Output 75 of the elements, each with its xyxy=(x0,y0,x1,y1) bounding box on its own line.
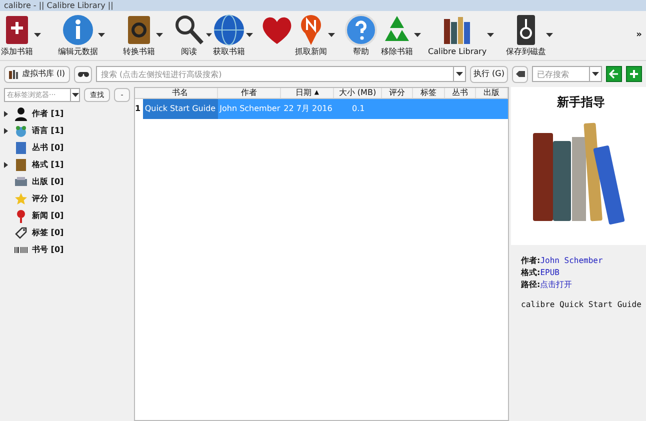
toolbar-button[interactable]: 移除书籍 xyxy=(380,13,414,57)
go-button[interactable]: 执行 (G) xyxy=(470,66,508,82)
book-icon xyxy=(14,140,28,154)
pin-icon xyxy=(14,208,28,222)
toolbar-button[interactable]: 阅读 xyxy=(172,13,206,57)
toolbar-button[interactable]: 编辑元数据 xyxy=(58,13,98,57)
toolbar-button[interactable]: 保存到磁盘 xyxy=(506,13,546,57)
book-title: 新手指导 xyxy=(557,94,606,111)
saved-search-field[interactable]: 已存搜索 xyxy=(532,66,590,82)
save-search-button[interactable] xyxy=(626,66,642,82)
column-header[interactable]: 丛书 xyxy=(452,89,468,97)
caret-icon xyxy=(592,72,599,76)
globe-icon xyxy=(212,13,246,47)
tag-browser-item[interactable]: 格式 [1] xyxy=(32,158,64,170)
toolbar-button[interactable]: 帮助 xyxy=(344,13,378,57)
toolbar-button[interactable]: Calibre Library xyxy=(428,13,487,57)
detail-label: 作者: xyxy=(521,255,540,267)
tag-browser-item[interactable]: 丛书 [0] xyxy=(32,142,64,154)
toolbar-button[interactable]: 转换书籍 xyxy=(122,13,156,57)
expand-arrow-icon[interactable] xyxy=(4,128,8,134)
plus-icon xyxy=(629,69,639,79)
toolbar-button[interactable]: 添加书籍 xyxy=(0,13,34,57)
detail-value: John Schember xyxy=(540,255,603,267)
binoculars-button[interactable] xyxy=(74,66,92,82)
column-header[interactable]: 日期 xyxy=(295,89,312,97)
caret-icon xyxy=(72,93,78,97)
table-cell: Quick Start Guide xyxy=(144,103,216,115)
tag-browser-item[interactable]: 语言 [1] xyxy=(32,124,64,136)
star-icon xyxy=(14,192,28,206)
column-header[interactable]: 评分 xyxy=(388,89,405,97)
book-comment: calibre Quick Start Guide xyxy=(521,299,642,311)
book-icon xyxy=(14,158,28,172)
person-icon xyxy=(14,106,28,120)
caret-icon xyxy=(456,72,463,76)
tag-browser-item[interactable]: 评分 [0] xyxy=(32,192,64,204)
tag-browser-item[interactable]: 书号 [0] xyxy=(32,244,64,256)
row-number: 1 xyxy=(135,103,141,115)
table-cell: 22 7月 2016 xyxy=(284,103,332,115)
column-header[interactable]: 作者 xyxy=(240,89,257,97)
detail-label: 路径: xyxy=(521,279,540,291)
tag-browser-item[interactable]: 出版 [0] xyxy=(32,176,64,188)
window-title: calibre - || Calibre Library || xyxy=(4,2,114,10)
clear-search-button[interactable] xyxy=(512,66,528,82)
table-cell: 0.1 xyxy=(352,103,365,115)
printer-icon xyxy=(14,174,28,188)
table-cell: John Schember xyxy=(220,103,280,115)
open-path-link[interactable]: 点击打开 xyxy=(540,279,572,291)
book-row[interactable]: 1 Quick Start Guide John Schember 22 7月 2016 0.1 xyxy=(135,99,508,119)
dropdown-button[interactable] xyxy=(71,88,80,102)
binoculars-icon xyxy=(78,71,88,77)
tag-browser-item[interactable]: 新闻 [0] xyxy=(32,210,64,222)
expand-arrow-icon[interactable] xyxy=(4,110,8,116)
search-field[interactable]: 搜索 (点击左侧按钮进行高级搜索) xyxy=(96,66,454,82)
column-header[interactable]: 大小 (MB) xyxy=(338,89,376,97)
books-icon xyxy=(9,70,18,78)
copy-search-button[interactable] xyxy=(606,66,622,82)
dropdown-button[interactable] xyxy=(454,66,466,82)
clear-icon xyxy=(516,71,524,77)
toolbar-button[interactable]: 获取书籍 xyxy=(212,13,246,57)
detail-label: 格式: xyxy=(521,267,540,279)
help-icon xyxy=(344,13,378,47)
column-header[interactable]: 书名 xyxy=(172,89,188,97)
more-actions-button[interactable]: » xyxy=(636,29,642,42)
toolbar-button[interactable]: 抓取新闻 xyxy=(294,13,328,57)
expand-arrow-icon[interactable] xyxy=(4,162,8,168)
tag-browser-item[interactable]: 作者 [1] xyxy=(32,108,64,120)
tag-browser-item[interactable]: 标签 [0] xyxy=(32,226,64,238)
column-header[interactable]: 标签 xyxy=(420,89,437,97)
info-icon xyxy=(61,13,95,47)
tag-icon xyxy=(14,226,28,240)
arrows-icon xyxy=(609,69,619,79)
detail-value: EPUB xyxy=(540,267,560,279)
dropdown-button[interactable] xyxy=(590,66,602,82)
virtual-library-button[interactable]: 虚拟书库 (l) xyxy=(4,66,70,82)
column-header[interactable]: 出版 xyxy=(484,89,500,97)
